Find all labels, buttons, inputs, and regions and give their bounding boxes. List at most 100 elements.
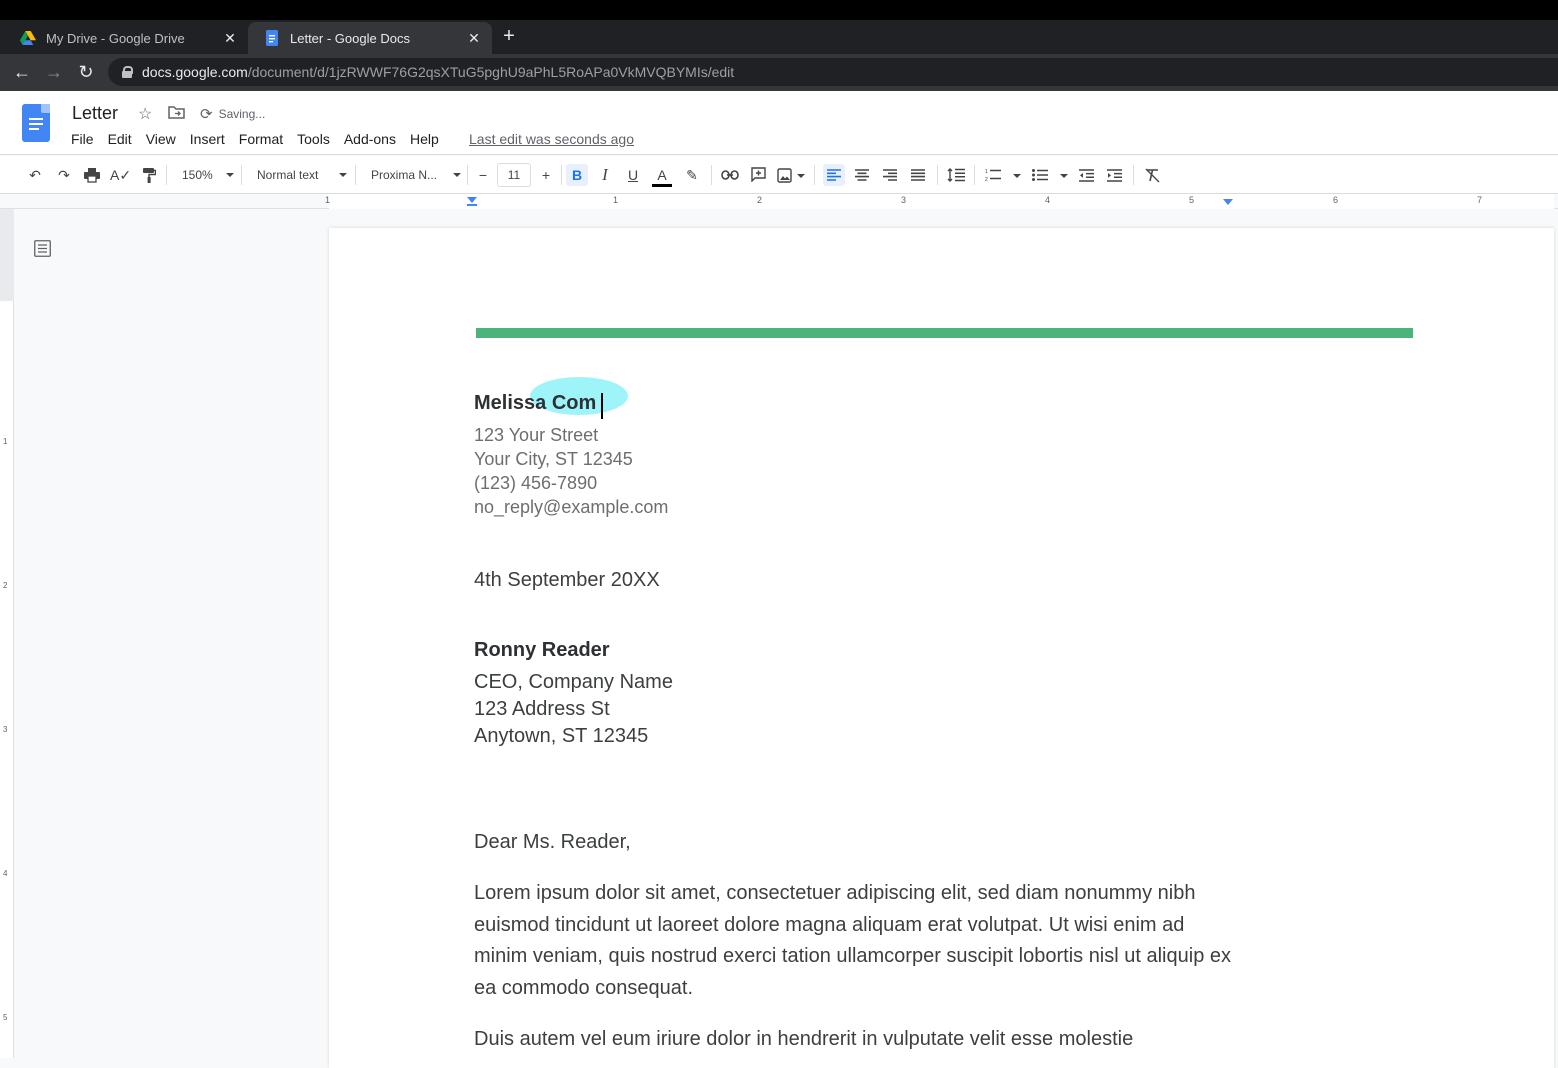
toolbar-divider xyxy=(467,165,468,185)
header-accent-bar xyxy=(476,328,1413,338)
body-paragraph[interactable]: Duis autem vel eum iriure dolor in hendr… xyxy=(474,1024,1234,1056)
ruler-number: 1 xyxy=(613,195,619,205)
recipient-title[interactable]: CEO, Company Name xyxy=(474,671,673,694)
align-right-icon[interactable] xyxy=(880,164,900,186)
align-left-icon[interactable] xyxy=(823,164,845,186)
menu-bar: File Edit View Insert Format Tools Add-o… xyxy=(64,131,446,147)
body-paragraph[interactable]: Lorem ipsum dolor sit amet, consectetuer… xyxy=(474,878,1234,1005)
decrease-indent-icon[interactable] xyxy=(1076,164,1096,186)
ruler-number: 4 xyxy=(3,869,8,878)
new-tab-button[interactable]: + xyxy=(498,26,520,48)
letter-date[interactable]: 4th September 20XX xyxy=(474,569,660,592)
menu-tools[interactable]: Tools xyxy=(290,131,337,147)
last-edit-link[interactable]: Last edit was seconds ago xyxy=(469,131,634,147)
sender-phone[interactable]: (123) 456-7890 xyxy=(474,473,597,494)
url-field[interactable]: docs.google.com/document/d/1jzRWWF76G2qs… xyxy=(108,58,1558,86)
bold-button[interactable]: B xyxy=(566,164,588,186)
close-tab-icon[interactable]: ✕ xyxy=(222,30,238,47)
tab-google-docs[interactable]: Letter - Google Docs ✕ xyxy=(248,22,492,54)
ruler-number: 7 xyxy=(1477,195,1483,205)
sender-name[interactable]: Melissa Com xyxy=(474,392,596,415)
menu-view[interactable]: View xyxy=(139,131,183,147)
google-docs-icon xyxy=(264,30,280,46)
toolbar-divider xyxy=(355,165,356,185)
ruler-number: 1 xyxy=(325,195,331,205)
vertical-ruler xyxy=(0,209,14,1058)
sender-street[interactable]: 123 Your Street xyxy=(474,425,598,446)
sender-city[interactable]: Your City, ST 12345 xyxy=(474,449,633,470)
recipient-name[interactable]: Ronny Reader xyxy=(474,639,610,662)
svg-text:1: 1 xyxy=(985,169,988,175)
ruler-number: 4 xyxy=(1045,195,1051,205)
close-tab-icon[interactable]: ✕ xyxy=(466,30,482,47)
print-icon[interactable] xyxy=(82,164,102,186)
recipient-street[interactable]: 123 Address St xyxy=(474,698,610,721)
star-icon[interactable]: ☆ xyxy=(138,104,152,124)
url-path: /document/d/1jzRWWF76G2qsXTuG5pghU9aPhL5… xyxy=(247,64,735,80)
increase-indent-icon[interactable] xyxy=(1104,164,1124,186)
sync-icon: ⟳ xyxy=(200,106,213,123)
align-center-icon[interactable] xyxy=(852,164,872,186)
window-top-bar xyxy=(0,0,1558,20)
ruler-number: 2 xyxy=(757,195,763,205)
greeting[interactable]: Dear Ms. Reader, xyxy=(474,831,631,854)
ruler-number: 5 xyxy=(1189,195,1195,205)
svg-text:2: 2 xyxy=(985,177,988,182)
paragraph-style-select[interactable]: Normal text xyxy=(257,164,347,186)
paint-format-icon[interactable] xyxy=(139,164,159,186)
insert-image-icon[interactable] xyxy=(777,164,805,186)
justify-icon[interactable] xyxy=(908,164,928,186)
menu-format[interactable]: Format xyxy=(232,131,290,147)
undo-icon[interactable]: ↶ xyxy=(25,164,45,186)
line-spacing-icon[interactable] xyxy=(946,164,966,186)
text-color-button[interactable]: A xyxy=(652,164,672,187)
decrease-font-size-button[interactable]: − xyxy=(473,164,493,186)
clear-formatting-icon[interactable] xyxy=(1142,164,1162,186)
toolbar-divider xyxy=(711,165,712,185)
menu-edit[interactable]: Edit xyxy=(101,131,139,147)
menu-file[interactable]: File xyxy=(64,131,101,147)
ruler-number: 5 xyxy=(3,1013,8,1022)
numbered-list-icon[interactable]: 12 xyxy=(985,164,1023,186)
back-arrow-icon[interactable]: ← xyxy=(12,62,32,82)
underline-button[interactable]: U xyxy=(623,164,643,186)
reload-icon[interactable]: ↻ xyxy=(76,62,96,82)
toolbar-divider xyxy=(561,165,562,185)
font-size-input[interactable]: 11 xyxy=(497,163,531,187)
menu-add-ons[interactable]: Add-ons xyxy=(337,131,403,147)
forward-arrow-icon[interactable]: → xyxy=(44,62,64,82)
bulleted-list-icon[interactable] xyxy=(1032,164,1070,186)
zoom-select[interactable]: 150% xyxy=(182,164,234,186)
menu-insert[interactable]: Insert xyxy=(183,131,232,147)
ruler-number: 2 xyxy=(3,581,8,590)
toolbar-divider xyxy=(1133,165,1134,185)
save-status: ⟳ Saving... xyxy=(200,105,265,123)
toolbar-divider xyxy=(166,165,167,185)
tab-google-drive[interactable]: My Drive - Google Drive ✕ xyxy=(4,22,248,54)
highlight-color-icon[interactable]: ✎ xyxy=(682,164,702,186)
text-cursor xyxy=(601,393,603,419)
spellcheck-icon[interactable]: A✓ xyxy=(110,164,131,186)
toolbar-divider xyxy=(241,165,242,185)
document-title[interactable]: Letter xyxy=(72,103,118,124)
toolbar-divider xyxy=(937,165,938,185)
save-status-text: Saving... xyxy=(218,107,266,121)
sender-email[interactable]: no_reply@example.com xyxy=(474,497,668,518)
increase-font-size-button[interactable]: + xyxy=(536,164,556,186)
ruler-number: 3 xyxy=(3,725,8,734)
move-folder-icon[interactable] xyxy=(168,105,185,124)
document-outline-icon[interactable] xyxy=(34,240,51,257)
ruler-page-area xyxy=(329,194,1554,209)
docs-home-icon[interactable] xyxy=(22,104,50,142)
right-indent-marker-icon[interactable] xyxy=(1222,199,1234,207)
menu-help[interactable]: Help xyxy=(403,131,446,147)
redo-icon[interactable]: ↷ xyxy=(54,164,74,186)
insert-link-icon[interactable] xyxy=(720,164,740,186)
tab-title: My Drive - Google Drive xyxy=(46,30,185,46)
recipient-city[interactable]: Anytown, ST 12345 xyxy=(474,725,648,748)
add-comment-icon[interactable] xyxy=(748,164,768,186)
ruler-number: 6 xyxy=(1333,195,1339,205)
font-select[interactable]: Proxima N... xyxy=(371,164,461,186)
italic-button[interactable]: I xyxy=(595,164,615,186)
left-indent-marker-icon[interactable] xyxy=(466,197,478,207)
